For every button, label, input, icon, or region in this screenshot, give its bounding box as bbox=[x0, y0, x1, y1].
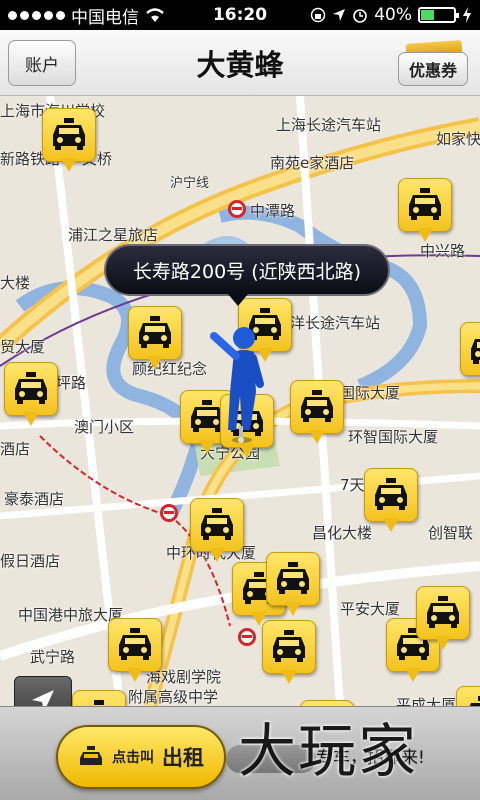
map-label: 坪路 bbox=[56, 374, 87, 392]
metro-icon bbox=[160, 504, 178, 522]
taxi-icon bbox=[199, 506, 235, 542]
battery-icon bbox=[418, 7, 459, 23]
map-label: 武宁路 bbox=[30, 648, 76, 666]
taxi-icon bbox=[373, 476, 409, 512]
taxi-marker[interactable] bbox=[364, 468, 450, 534]
map-view[interactable]: 上海市海川学校 上海长途汽车站 如家快 新路铁路 文桥 南苑e家酒店 沪宁线 中… bbox=[0, 96, 480, 706]
call-taxi-big-label: 出租 bbox=[162, 746, 204, 770]
taxi-pin-tail bbox=[23, 412, 39, 426]
signal-dots-icon bbox=[8, 10, 65, 20]
nav-bar: 账户 大黄蜂 优惠券 bbox=[0, 30, 480, 96]
taxi-pin-tail bbox=[417, 228, 433, 242]
map-label: 假日酒店 bbox=[0, 552, 61, 570]
taxi-marker[interactable] bbox=[416, 586, 480, 652]
taxi-marker[interactable] bbox=[42, 108, 128, 174]
map-label: 如家快 bbox=[436, 130, 480, 148]
taxi-pin-tail bbox=[209, 548, 225, 562]
taxi-icon bbox=[271, 628, 307, 664]
location-arrow-icon bbox=[333, 9, 346, 21]
map-label: 洋长途汽车站 bbox=[290, 314, 381, 332]
taxi-pin-tail bbox=[383, 518, 399, 532]
taxi-pin-tail bbox=[281, 670, 297, 684]
call-taxi-small-label: 点击叫 bbox=[112, 750, 154, 766]
map-label: 7天 bbox=[340, 476, 365, 494]
taxi-pin-tail bbox=[405, 668, 421, 682]
taxi-icon bbox=[275, 560, 311, 596]
alarm-icon bbox=[353, 9, 368, 23]
taxi-icon bbox=[51, 116, 87, 152]
location-arrow-icon bbox=[32, 690, 54, 706]
metro-icon bbox=[228, 200, 246, 218]
taxi-pin-tail bbox=[309, 430, 325, 444]
taxi-marker[interactable] bbox=[72, 690, 126, 706]
status-bar: 中国电信 16:20 40% bbox=[0, 0, 480, 30]
map-label: 豪泰酒店 bbox=[4, 490, 65, 508]
map-label: 贸大厦 bbox=[0, 338, 46, 356]
map-label: 平安大厦 bbox=[340, 600, 401, 618]
callout-tail bbox=[228, 294, 248, 306]
taxi-marker[interactable] bbox=[460, 322, 480, 388]
taxi-icon bbox=[80, 746, 102, 765]
user-location-person-icon[interactable] bbox=[206, 322, 276, 444]
taxi-marker[interactable] bbox=[290, 380, 376, 446]
map-label: 创智联 bbox=[428, 524, 474, 542]
coupon-button[interactable]: 优惠券 bbox=[398, 52, 468, 86]
map-label: 中潭路 bbox=[250, 202, 296, 220]
taxi-icon bbox=[465, 694, 480, 706]
map-label: 昌化大楼 bbox=[312, 524, 373, 542]
taxi-icon bbox=[425, 594, 461, 630]
taxi-marker[interactable] bbox=[262, 620, 348, 686]
taxi-icon bbox=[299, 388, 335, 424]
taxi-pin-tail bbox=[239, 444, 255, 458]
map-label: 南苑e家酒店 bbox=[270, 154, 355, 172]
taxi-marker[interactable] bbox=[456, 686, 480, 706]
status-right: 40% bbox=[310, 5, 472, 25]
taxi-icon bbox=[407, 186, 443, 222]
battery-percent: 40% bbox=[374, 5, 412, 25]
map-label: 沪宁线 bbox=[170, 176, 210, 191]
taxi-icon bbox=[469, 330, 480, 366]
taxi-marker[interactable] bbox=[128, 306, 214, 372]
taxi-pin-tail bbox=[127, 668, 143, 682]
call-taxi-button[interactable]: 点击叫 出租 bbox=[56, 725, 226, 789]
carrier-label: 中国电信 bbox=[71, 7, 139, 28]
taxi-icon bbox=[137, 314, 173, 350]
map-label: 澳门小区 bbox=[74, 418, 135, 436]
map-label: 附属高级中学 bbox=[128, 688, 219, 706]
map-label: 国际大厦 bbox=[340, 384, 401, 402]
map-label: 大楼 bbox=[0, 274, 31, 292]
taxi-icon bbox=[13, 370, 49, 406]
metro-icon bbox=[238, 628, 256, 646]
map-label: 酒店 bbox=[0, 440, 31, 458]
map-label: 环智国际大厦 bbox=[348, 428, 439, 446]
address-callout[interactable]: 长寿路200号 (近陕西北路) bbox=[104, 244, 390, 296]
taxi-pin-tail bbox=[147, 356, 163, 370]
taxi-icon bbox=[117, 626, 153, 662]
locate-me-button[interactable] bbox=[14, 676, 72, 706]
taxi-marker[interactable] bbox=[108, 618, 194, 684]
taxi-pin-tail bbox=[435, 636, 451, 650]
taxi-marker[interactable] bbox=[398, 178, 480, 244]
map-label: 上海长途汽车站 bbox=[276, 116, 382, 134]
battery-fill bbox=[421, 10, 434, 20]
taxi-icon bbox=[81, 698, 117, 706]
charging-icon bbox=[463, 7, 471, 23]
lock-rotation-icon bbox=[310, 7, 326, 23]
taxi-marker[interactable] bbox=[4, 362, 90, 428]
taxi-marker[interactable] bbox=[266, 552, 352, 618]
map-label: 浦江之星旅店 bbox=[68, 226, 159, 244]
taxi-pin-tail bbox=[285, 602, 301, 616]
watermark: 大玩家 bbox=[238, 717, 419, 785]
taxi-marker[interactable] bbox=[190, 498, 276, 564]
taxi-pin-tail bbox=[61, 158, 77, 172]
wifi-icon bbox=[146, 8, 164, 22]
